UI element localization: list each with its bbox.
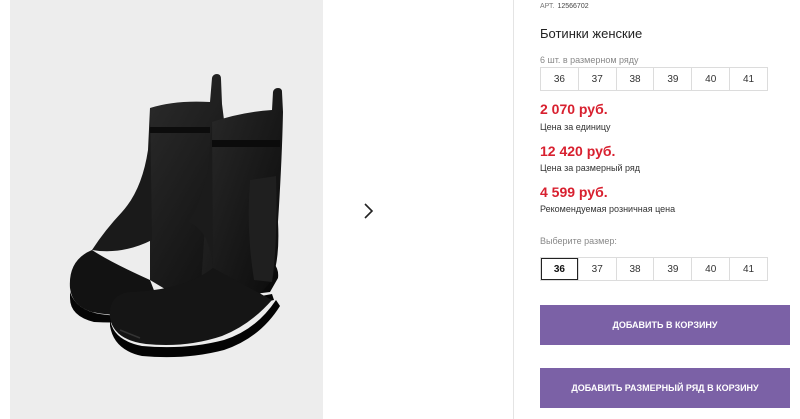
size-row-cell: 40 xyxy=(691,68,729,90)
size-option-38[interactable]: 38 xyxy=(615,258,654,280)
add-to-cart-button[interactable]: Добавить в корзину xyxy=(540,305,790,345)
add-size-row-to-cart-button[interactable]: Добавить размерный ряд в корзину xyxy=(540,368,790,408)
size-row-price: 12 420 руб. xyxy=(540,143,616,159)
chevron-right-icon xyxy=(364,203,374,219)
retail-price-label: Рекомендуемая розничная цена xyxy=(540,204,676,214)
size-row-cell: 37 xyxy=(577,68,616,90)
product-title: Ботинки женские xyxy=(540,26,643,41)
size-row-cell: 36 xyxy=(553,73,565,85)
panel-divider xyxy=(513,0,514,419)
size-option-39[interactable]: 39 xyxy=(653,258,691,280)
retail-price: 4 599 руб. xyxy=(540,184,608,200)
size-option-41[interactable]: 41 xyxy=(729,258,767,280)
size-picker: 36 37 38 39 40 41 xyxy=(540,257,768,281)
size-row-cell: 41 xyxy=(729,68,767,90)
size-row-price-label: Цена за размерный ряд xyxy=(540,163,641,173)
size-row-info: 36 37 38 39 40 41 xyxy=(540,67,768,91)
unit-price: 2 070 руб. xyxy=(540,101,608,117)
unit-price-label: Цена за единицу xyxy=(540,122,611,132)
boots-photo xyxy=(69,74,283,358)
article-number: 12566702 xyxy=(557,3,589,10)
size-row-cell: 39 xyxy=(653,68,691,90)
size-option-36[interactable]: 36 xyxy=(541,258,578,280)
next-image-button[interactable] xyxy=(349,192,387,230)
size-option-37[interactable]: 37 xyxy=(577,258,616,280)
size-picker-label: Выберите размер: xyxy=(540,236,617,246)
size-row-cell: 38 xyxy=(615,68,654,90)
size-option-40[interactable]: 40 xyxy=(691,258,729,280)
article-info: АРТ. 12566702 xyxy=(540,3,589,10)
pack-info: 6 шт. в размерном ряду xyxy=(540,55,639,65)
product-image xyxy=(10,0,323,419)
article-label: АРТ. xyxy=(540,3,555,10)
